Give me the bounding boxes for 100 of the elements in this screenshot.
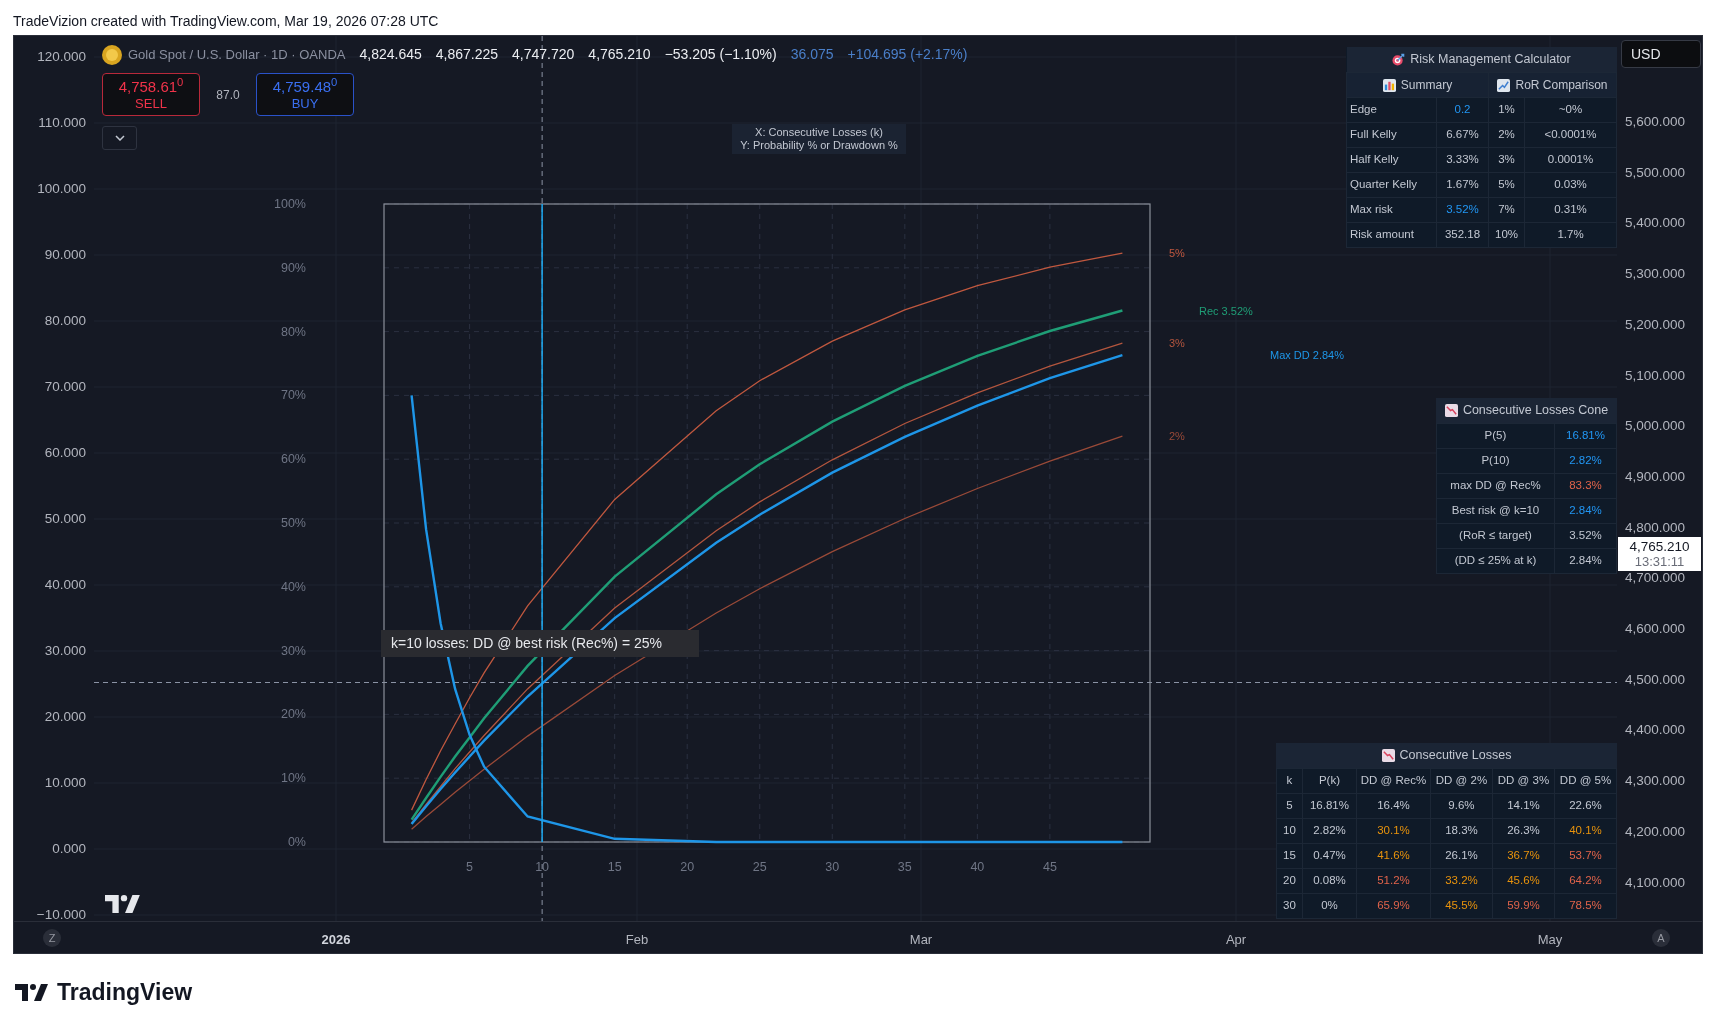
- axis-note: X: Consecutive Losses (k): [755, 126, 883, 139]
- countdown-text: 13:31:11: [1634, 554, 1685, 569]
- axis-label: 4,700.000: [1625, 570, 1686, 587]
- table-cell: 9.6%: [1430, 793, 1493, 818]
- title-text: Consecutive Losses: [1399, 747, 1512, 762]
- axis-tick-label: 10: [535, 860, 550, 874]
- table-cell: P(10): [1436, 448, 1555, 473]
- axis-tick-label: 30%: [280, 643, 306, 658]
- table-cell: 352.18: [1436, 222, 1489, 247]
- column-header: DD @ 5%: [1554, 768, 1617, 793]
- axis-tick-label: 15: [607, 860, 622, 874]
- axis-label: 100.000: [37, 181, 86, 197]
- axis-label: 4,400.000: [1625, 722, 1686, 739]
- axis-tick-label: 80%: [280, 324, 306, 339]
- table-cell: 16.81%: [1302, 793, 1357, 818]
- table-cell: 3%: [1488, 147, 1525, 172]
- axis-label: 50.000: [44, 511, 86, 527]
- axis-label: 20.000: [44, 709, 86, 725]
- time-label: Feb: [625, 931, 649, 949]
- falling-chart-icon: [1381, 749, 1395, 763]
- title-text: Consecutive Losses Cone: [1462, 402, 1609, 417]
- axis-label: 30.000: [44, 643, 86, 659]
- series-label: 5%: [1169, 247, 1185, 260]
- axis-label: 4,200.000: [1625, 823, 1686, 840]
- axis-tick-label: 20%: [280, 707, 306, 722]
- axis-label: 90.000: [44, 247, 86, 263]
- axis-label: 5,500.000: [1625, 164, 1686, 181]
- table-cell: 64.2%: [1554, 868, 1617, 893]
- column-header: DD @ 2%: [1430, 768, 1493, 793]
- axis-tick-label: 40%: [280, 579, 306, 594]
- series-label: Max DD 2.84%: [1270, 349, 1344, 362]
- table-cell: 41.6%: [1356, 843, 1431, 868]
- symbol-name: Gold Spot / U.S. Dollar · 1D · OANDA: [128, 45, 346, 64]
- table-cell: 53.7%: [1554, 843, 1617, 868]
- indicator-value: +104.695 (+2.17%): [847, 45, 968, 64]
- section-text: Summary: [1400, 77, 1453, 92]
- table-cell: 3.52%: [1436, 197, 1489, 222]
- title-text: Risk Management Calculator: [1410, 51, 1571, 66]
- axis-tick-label: 35: [897, 860, 912, 874]
- table-cell: 16.81%: [1554, 423, 1617, 448]
- table-cell: Edge: [1346, 97, 1437, 122]
- coin-icon: [102, 44, 122, 65]
- ohlc-value: 4,765.210: [588, 45, 651, 64]
- table-cell: Best risk @ k=10: [1436, 498, 1555, 523]
- axis-note: Y: Probability % or Drawdown %: [740, 139, 898, 152]
- sell-button[interactable]: 4,758.61$^{0}$ SELL: [102, 73, 200, 116]
- axis-label: 4,100.000: [1625, 874, 1686, 891]
- axis-label: 5,000.000: [1625, 418, 1686, 435]
- table-cell: 7%: [1488, 197, 1525, 222]
- table-cell: 40.1%: [1554, 818, 1617, 843]
- collapse-button[interactable]: [102, 126, 137, 150]
- table-cell: 33.2%: [1430, 868, 1493, 893]
- sell-price: 4,758.61$^{0}$: [118, 77, 184, 95]
- logo-icon: [105, 895, 143, 913]
- table-cell: <0.0001%: [1524, 122, 1617, 147]
- scale-button[interactable]: Z: [43, 929, 61, 947]
- table-cell: 14.1%: [1492, 793, 1555, 818]
- axis-label: 110.000: [38, 115, 86, 131]
- ohlc-value: 4,824.645: [359, 45, 422, 64]
- table-cell: 30.1%: [1356, 818, 1431, 843]
- axis-tick-label: 25: [752, 860, 767, 874]
- table-cell: 51.2%: [1356, 868, 1431, 893]
- ohlc-value: −53.205 (−1.10%): [664, 45, 777, 64]
- axis-label: 120.000: [37, 49, 86, 65]
- table-cell: 6.67%: [1436, 122, 1489, 147]
- table-cell: max DD @ Rec%: [1436, 473, 1555, 498]
- ohlc-value: 4,747.720: [512, 45, 575, 64]
- column-header: P(k): [1302, 768, 1357, 793]
- buy-button[interactable]: 4,759.48$^{0}$ BUY: [256, 73, 354, 116]
- table-cell: P(5): [1436, 423, 1555, 448]
- table-cell: Full Kelly: [1346, 122, 1437, 147]
- axis-label: 0.000: [52, 841, 86, 857]
- axis-label: 40.000: [44, 577, 86, 593]
- table-cell: 18.3%: [1430, 818, 1493, 843]
- axis-label: 80.000: [44, 313, 86, 329]
- axis-label: 5,600.000: [1625, 114, 1686, 130]
- price-text: 4,765.210: [1629, 539, 1690, 554]
- table-cell: 0.03%: [1524, 172, 1617, 197]
- table-cell: 65.9%: [1356, 893, 1431, 918]
- auto-scale-button[interactable]: A: [1652, 929, 1670, 947]
- column-header: DD @ 3%: [1492, 768, 1555, 793]
- table-cell: 0%: [1302, 893, 1357, 918]
- series-label: 2%: [1169, 430, 1185, 443]
- axis-label: 5,100.000: [1625, 367, 1686, 384]
- time-label: Apr: [1225, 931, 1247, 949]
- sell-label: SELL: [135, 94, 167, 112]
- currency-button[interactable]: USD: [1621, 40, 1701, 68]
- table-cell: Risk amount: [1346, 222, 1437, 247]
- chevron-down-icon: [114, 135, 125, 141]
- table-cell: 2%: [1488, 122, 1525, 147]
- table-cell: 2.82%: [1302, 818, 1357, 843]
- table-cell: 3.33%: [1436, 147, 1489, 172]
- axis-tick-label: 100%: [274, 197, 306, 211]
- table-cell: 10%: [1488, 222, 1525, 247]
- table-cell: 2.84%: [1554, 498, 1617, 523]
- caption-text: TradeVizion created with TradingView.com, Mar 19, 2026 07:28 UTC: [13, 13, 439, 30]
- table-cell: 22.6%: [1554, 793, 1617, 818]
- axis-label: 4,900.000: [1625, 468, 1686, 485]
- table-cell: Half Kelly: [1346, 147, 1437, 172]
- annotation: k=10 losses: DD @ best risk (Rec%) = 25%: [391, 635, 662, 651]
